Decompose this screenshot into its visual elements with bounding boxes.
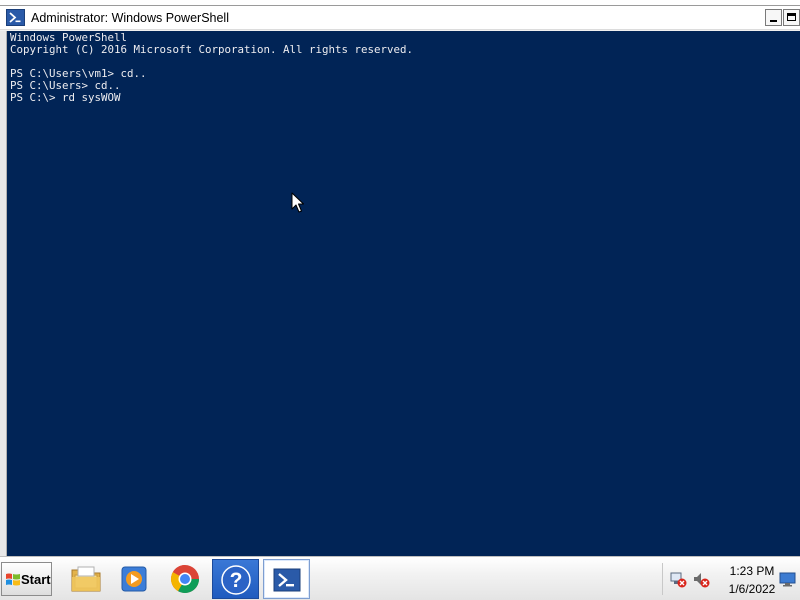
volume-muted-icon[interactable]: [693, 572, 710, 588]
system-tray: 1:23 PM 1/6/2022: [662, 561, 800, 597]
console-lines: Windows PowerShell Copyright (C) 2016 Mi…: [10, 32, 413, 104]
network-disconnected-icon[interactable]: [670, 572, 687, 588]
help-icon: ?: [221, 565, 251, 595]
window-title: Administrator: Windows PowerShell: [31, 11, 229, 25]
taskbar-explorer-button[interactable]: [63, 559, 107, 599]
maximize-icon: [787, 13, 796, 21]
taskbar-help-button[interactable]: ?: [212, 559, 259, 599]
svg-text:?: ?: [230, 569, 243, 592]
windows-logo-icon: [5, 572, 21, 587]
window-border: [0, 31, 7, 557]
start-button[interactable]: Start: [1, 562, 52, 596]
minimize-button[interactable]: [765, 9, 782, 26]
desktop-screen: Administrator: Windows PowerShell Window…: [0, 0, 800, 600]
start-label: Start: [21, 572, 51, 587]
powershell-icon: [273, 568, 301, 592]
media-player-icon: [121, 566, 147, 592]
window-titlebar[interactable]: Administrator: Windows PowerShell: [0, 6, 800, 30]
taskbar-powershell-button[interactable]: [263, 559, 310, 599]
maximize-button[interactable]: [783, 9, 800, 26]
mouse-pointer-icon: [291, 192, 305, 214]
taskbar-media-player-button[interactable]: [111, 559, 155, 599]
console-output[interactable]: Windows PowerShell Copyright (C) 2016 Mi…: [7, 31, 800, 557]
console-line: Copyright (C) 2016 Microsoft Corporation…: [10, 43, 414, 56]
chrome-icon: [171, 565, 199, 593]
minimize-icon: [770, 20, 777, 22]
powershell-window: Administrator: Windows PowerShell Window…: [0, 5, 800, 557]
tray-divider: [662, 563, 663, 595]
taskbar-chrome-button[interactable]: [162, 559, 206, 599]
console-prompt-line[interactable]: PS C:\> rd sysWOW: [10, 92, 413, 104]
folder-icon: [71, 566, 101, 592]
powershell-icon: [6, 9, 25, 26]
taskbar: Start ? 1:23 PM 1/6/2022: [0, 556, 800, 600]
show-desktop-icon[interactable]: [779, 572, 796, 587]
